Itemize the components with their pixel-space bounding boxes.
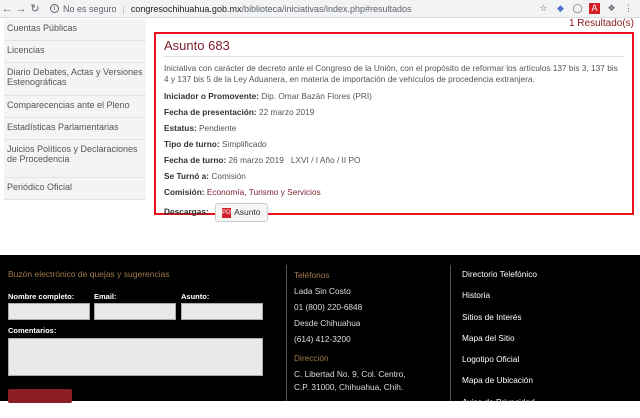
fecha-turno-value: 26 marzo 2019 <box>228 155 284 165</box>
sidebar-item-licencias[interactable]: Licencias <box>4 41 146 63</box>
legislatura-value: LXVI / I Año / II PO <box>290 155 361 165</box>
footer-link-mapa-sitio[interactable]: Mapa del Sitio <box>462 333 632 354</box>
nombre-label: Nombre completo: <box>8 292 75 301</box>
asunto-title: Asunto 683 <box>164 38 624 57</box>
extension-icon[interactable]: ◆ <box>555 3 566 14</box>
sidebar-item-estadisticas[interactable]: Estadísticas Parlamentarias <box>4 118 146 140</box>
footer-divider <box>286 265 287 401</box>
results-count: 1 Resultado(s) <box>568 18 634 29</box>
security-indicator[interactable]: i No es seguro <box>50 4 117 14</box>
asunto-label: Asunto: <box>181 292 210 301</box>
desde-label: Desde Chihuahua <box>294 318 361 328</box>
info-icon: i <box>50 4 59 13</box>
sidebar-item-comparecencias[interactable]: Comparecencias ante el Pleno <box>4 96 146 118</box>
tipo-turno-label: Tipo de turno: <box>164 139 220 149</box>
browser-toolbar: ← → ↻ i No es seguro | congresochihuahua… <box>0 0 640 18</box>
download-asunto-label: Asunto <box>234 207 261 217</box>
url-host: congresochihuahua.gob.mx <box>130 3 242 14</box>
pdf-extension-icon[interactable]: A <box>589 3 600 14</box>
forward-icon[interactable]: → <box>14 3 28 15</box>
security-label: No es seguro <box>63 3 117 14</box>
buzon-form: Buzón electrónico de quejas y sugerencia… <box>8 269 278 279</box>
footer-link-mapa-ubicacion[interactable]: Mapa de Ubicación <box>462 375 632 396</box>
estatus-row: Estatus: Pendiente <box>164 123 624 134</box>
shield-icon[interactable]: ◯ <box>572 3 583 14</box>
direccion-title: Dirección <box>294 353 329 363</box>
fecha-presentacion-label: Fecha de presentación: <box>164 107 257 117</box>
comision-row: Comisión: Economía, Turismo y Servicios <box>164 187 624 198</box>
sidebar: Cuentas Públicas Licencias Diario Debate… <box>4 19 146 200</box>
address-bar[interactable]: congresochihuahua.gob.mx/biblioteca/inic… <box>131 4 412 14</box>
telefonos-title: Teléfonos <box>294 270 330 280</box>
descargas-row: Descargas: PDF Asunto <box>164 203 624 222</box>
fecha-presentacion-value: 22 marzo 2019 <box>259 107 315 117</box>
comentarios-textarea[interactable] <box>8 338 263 376</box>
comentarios-label: Comentarios: <box>8 326 57 335</box>
puzzle-icon[interactable]: ❖ <box>606 3 617 14</box>
footer-link-sitios[interactable]: Sitios de Interés <box>462 312 632 333</box>
sidebar-item-cuentas-publicas[interactable]: Cuentas Públicas <box>4 19 146 41</box>
asunto-card: Asunto 683 Iniciativa con carácter de de… <box>154 32 634 222</box>
buzon-title: Buzón electrónico de quejas y sugerencia… <box>8 269 170 279</box>
url-path: /biblioteca/iniciativas/index.php#result… <box>241 3 412 14</box>
tipo-turno-row: Tipo de turno: Simplificado <box>164 139 624 150</box>
estatus-label: Estatus: <box>164 123 197 133</box>
nombre-field[interactable] <box>8 303 90 320</box>
fecha-turno-row: Fecha de turno: 26 marzo 2019 LXVI / I A… <box>164 155 624 166</box>
address-separator: | <box>122 3 125 14</box>
direccion-line2: C.P. 31000, Chihuahua, Chih. <box>294 382 404 392</box>
download-asunto-button[interactable]: PDF Asunto <box>215 203 268 222</box>
menu-icon[interactable]: ⋮ <box>623 3 634 14</box>
se-turno-row: Se Turnó a: Comisión <box>164 171 624 182</box>
footer-link-logotipo[interactable]: Logotipo Oficial <box>462 354 632 375</box>
sidebar-item-periodico-oficial[interactable]: Periódico Oficial <box>4 178 146 200</box>
se-turno-value: Comisión <box>211 171 246 181</box>
footer-links: Directorio Telefónico Historia Sitios de… <box>462 269 632 418</box>
se-turno-label: Se Turnó a: <box>164 171 210 181</box>
footer: Buzón electrónico de quejas y sugerencia… <box>0 255 640 407</box>
desde-number: (614) 412-3200 <box>294 334 351 344</box>
lada-label: Lada Sin Costo <box>294 286 351 296</box>
fecha-presentacion-row: Fecha de presentación: 22 marzo 2019 <box>164 107 624 118</box>
tipo-turno-value: Simplificado <box>221 139 267 149</box>
sidebar-item-diario-debates[interactable]: Diario Debates, Actas y Versiones Esteno… <box>4 63 146 96</box>
asunto-description: Iniciativa con carácter de decreto ante … <box>164 63 618 84</box>
footer-link-privacidad[interactable]: Aviso de Privacidad <box>462 397 632 418</box>
email-field[interactable] <box>94 303 176 320</box>
star-icon[interactable]: ☆ <box>538 3 549 14</box>
footer-link-historia[interactable]: Historia <box>462 290 632 311</box>
estatus-value: Pendiente <box>199 123 237 133</box>
asunto-field[interactable] <box>181 303 263 320</box>
reload-icon[interactable]: ↻ <box>28 2 42 15</box>
iniciador-value: Dip. Omar Bazán Flores (PRI) <box>261 91 372 101</box>
contact-info: Teléfonos Lada Sin Costo 01 (800) 220-68… <box>294 269 444 394</box>
descargas-label: Descargas: <box>164 206 209 217</box>
lada-number: 01 (800) 220-6848 <box>294 302 363 312</box>
iniciador-row: Iniciador o Promovente: Dip. Omar Bazán … <box>164 91 624 102</box>
sidebar-item-juicios-politicos[interactable]: Juicios Políticos y Declaraciones de Pro… <box>4 140 146 178</box>
footer-divider <box>450 265 451 401</box>
pdf-icon: PDF <box>222 207 235 218</box>
fecha-turno-label: Fecha de turno: <box>164 155 227 165</box>
comision-label: Comisión: <box>164 187 205 197</box>
comision-link[interactable]: Economía, Turismo y Servicios <box>207 187 321 197</box>
back-icon[interactable]: ← <box>0 3 14 15</box>
email-label: Email: <box>94 292 117 301</box>
footer-link-directorio[interactable]: Directorio Telefónico <box>462 269 632 290</box>
iniciador-label: Iniciador o Promovente: <box>164 91 259 101</box>
direccion-line1: C. Libertad No. 9, Col. Centro, <box>294 369 406 379</box>
